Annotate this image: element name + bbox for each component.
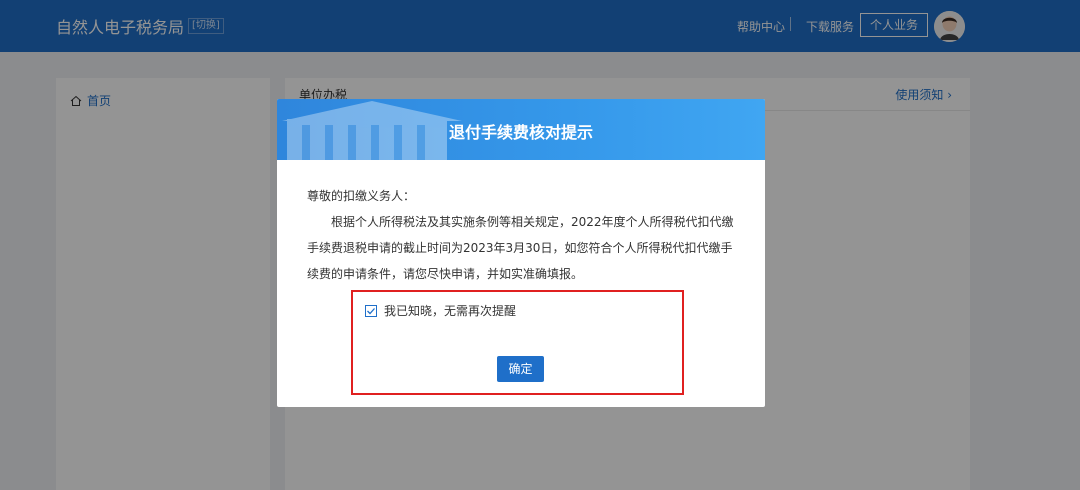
greeting-text: 尊敬的扣缴义务人：: [307, 189, 416, 203]
checkbox-label: 我已知晓，无需再次提醒: [384, 304, 517, 318]
dialog-body: 尊敬的扣缴义务人： 根据个人所得税法及其实施条例等相关规定，2022年度个人所得…: [307, 183, 737, 287]
dialog-header: 退付手续费核对提示: [277, 99, 765, 160]
checkmark-icon: [367, 307, 375, 314]
dialog-title: 退付手续费核对提示: [448, 123, 593, 142]
dont-remind-checkbox[interactable]: [365, 304, 377, 317]
confirm-button[interactable]: 确定: [497, 356, 544, 382]
dont-remind-option[interactable]: 我已知晓，无需再次提醒: [365, 302, 516, 319]
refund-fee-dialog: 退付手续费核对提示 尊敬的扣缴义务人： 根据个人所得税法及其实施条例等相关规定，…: [277, 99, 765, 407]
notice-message: 根据个人所得税法及其实施条例等相关规定，2022年度个人所得税代扣代缴手续费退税…: [307, 215, 734, 281]
